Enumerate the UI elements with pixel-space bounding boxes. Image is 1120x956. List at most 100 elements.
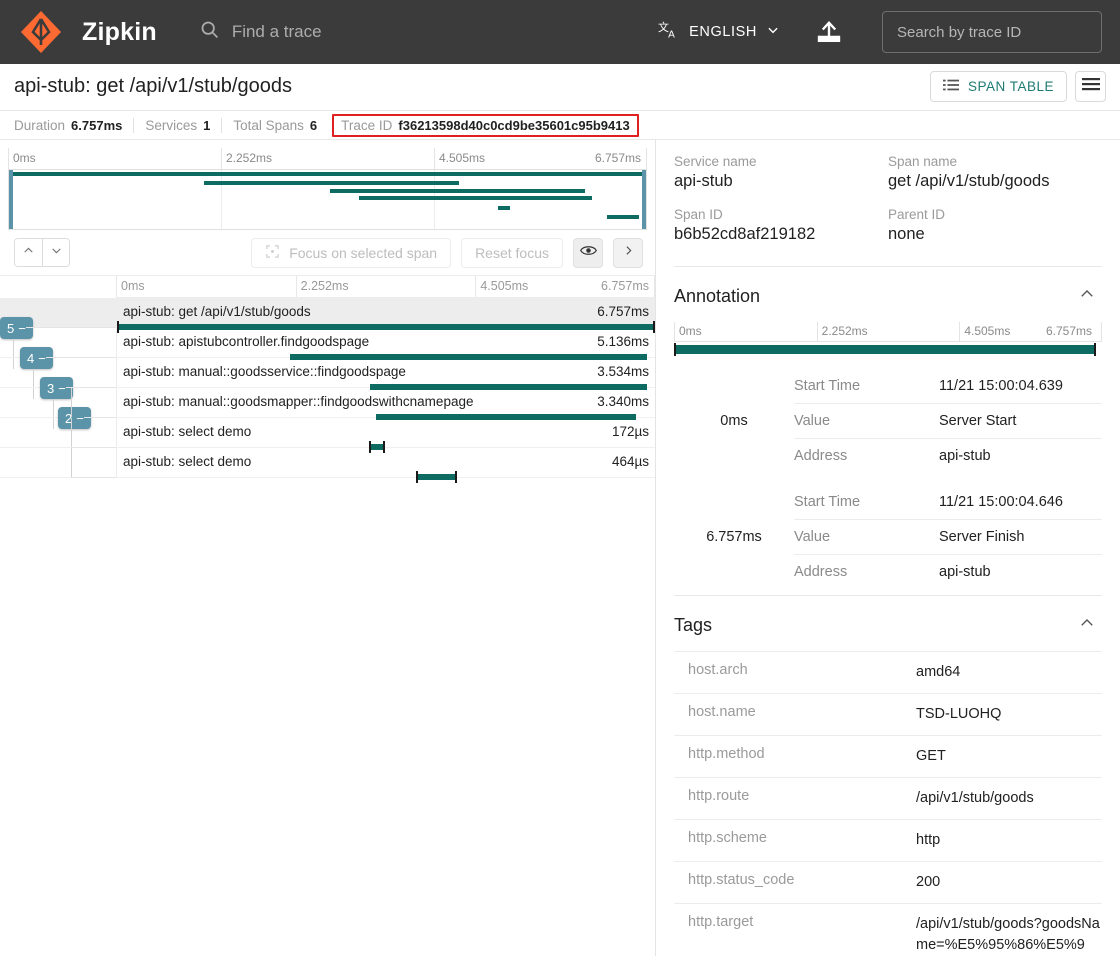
span-tree-column: 2− [0, 388, 116, 417]
annotation-row-value: Server Finish [939, 529, 1024, 545]
annotation-collapse-button[interactable] [1072, 281, 1102, 312]
minimap-right-handle[interactable] [642, 170, 646, 229]
hamburger-menu-button[interactable] [1075, 71, 1106, 102]
meta-services: Services 1 [133, 118, 221, 133]
toggle-visibility-button[interactable] [573, 238, 603, 268]
tag-row: http.schemehttp [674, 819, 1102, 861]
tag-key: http.target [688, 914, 916, 956]
annotation-rows: Start Time11/21 15:00:04.646ValueServer … [794, 485, 1102, 589]
annotation-bar-end-cap [1094, 343, 1096, 356]
annotation-row-key: Address [794, 448, 939, 464]
span-row[interactable]: api-stub: select demo 464µs [0, 448, 655, 478]
span-table-label: SPAN TABLE [968, 79, 1054, 94]
span-row-body: api-stub: manual::goodsmapper::findgoods… [116, 388, 655, 417]
tag-row: http.route/api/v1/stub/goods [674, 777, 1102, 819]
span-duration: 172µs [612, 424, 649, 439]
axis-tick-label: 0ms [121, 279, 145, 293]
annotation-entry: 6.757msStart Time11/21 15:00:04.646Value… [674, 485, 1102, 589]
minimap-span-bar [204, 181, 459, 185]
span-row[interactable]: 2−api-stub: manual::goodsmapper::findgoo… [0, 388, 655, 418]
annotation-entry: 0msStart Time11/21 15:00:04.639ValueServ… [674, 369, 1102, 473]
tag-row: host.nameTSD-LUOHQ [674, 693, 1102, 735]
find-a-trace-link[interactable]: Find a trace [199, 19, 322, 45]
span-duration: 6.757ms [597, 304, 649, 319]
span-bar-start-cap [416, 471, 418, 483]
axis-gridline [296, 276, 297, 297]
span-list: 5−api-stub: get /api/v1/stub/goods6.757m… [0, 298, 655, 478]
axis-tick-label: 4.505ms [439, 151, 485, 165]
minimap-container: 0ms2.252ms4.505ms6.757ms [0, 140, 655, 230]
annotation-row-key: Start Time [794, 378, 939, 394]
span-tree-column [0, 418, 116, 447]
axis-gridline [817, 322, 818, 341]
chevron-down-icon [50, 244, 63, 262]
span-duration: 464µs [612, 454, 649, 469]
reset-focus-button[interactable]: Reset focus [461, 238, 563, 268]
span-duration: 3.534ms [597, 364, 649, 379]
annotation-row-value: Server Start [939, 413, 1016, 429]
translate-icon: 文 A [658, 19, 680, 45]
timeline-controls: Focus on selected span Reset focus [0, 230, 655, 276]
tag-value: GET [916, 746, 1102, 767]
meta-total-spans-label: Total Spans [233, 118, 304, 133]
trace-id-search-input[interactable] [882, 11, 1102, 53]
eye-icon [580, 244, 597, 262]
axis-gridline [434, 148, 435, 169]
span-row[interactable]: 3−api-stub: manual::goodsservice::findgo… [0, 358, 655, 388]
span-name-value: get /api/v1/stub/goods [888, 172, 1102, 191]
minimap-span-bar [498, 206, 510, 210]
axis-tick-label: 2.252ms [226, 151, 272, 165]
span-row[interactable]: 4−api-stub: apistubcontroller.findgoodsp… [0, 328, 655, 358]
span-nav-group [14, 238, 70, 267]
span-label: api-stub: select demo [123, 424, 251, 439]
list-icon [943, 78, 959, 95]
span-row[interactable]: api-stub: select demo 172µs [0, 418, 655, 448]
minimap-left-handle[interactable] [9, 170, 13, 229]
meta-services-value: 1 [203, 118, 210, 133]
axis-tick-label: 2.252ms [301, 279, 349, 293]
next-span-button[interactable] [42, 239, 69, 266]
axis-tick-label: 6.757ms [595, 151, 641, 165]
axis-tick-label: 4.505ms [964, 324, 1010, 338]
span-row-body: api-stub: apistubcontroller.findgoodspag… [116, 328, 655, 357]
axis-gridline [475, 276, 476, 297]
trace-title-bar: api-stub: get /api/v1/stub/goods SPAN TA… [0, 64, 1120, 110]
span-table-button[interactable]: SPAN TABLE [930, 71, 1067, 102]
minimap-gridline [221, 170, 222, 229]
zipkin-logo-icon[interactable] [18, 9, 64, 55]
annotation-row-key: Address [794, 564, 939, 580]
previous-span-button[interactable] [15, 239, 42, 266]
top-navigation-bar: Zipkin Find a trace 文 A ENGLISH [0, 0, 1120, 64]
span-duration: 3.340ms [597, 394, 649, 409]
meta-duration-label: Duration [14, 118, 65, 133]
span-detail-content: Service name api-stub Span ID b6b52cd8af… [656, 140, 1120, 956]
main-content: 0ms 2.252ms 4.505ms 6.757ms [0, 140, 1120, 956]
brand-title[interactable]: Zipkin [82, 18, 157, 47]
expand-panel-button[interactable] [613, 238, 643, 268]
annotation-row: Addressapi-stub [794, 439, 1102, 473]
axis-tick-label: 4.505ms [480, 279, 528, 293]
span-tree-column: 5− [0, 298, 116, 327]
language-selector[interactable]: 文 A ENGLISH [658, 19, 780, 45]
minimap-body[interactable] [8, 170, 647, 230]
tags-collapse-button[interactable] [1072, 610, 1102, 641]
trace-timeline-pane: 0ms 2.252ms 4.505ms 6.757ms [0, 140, 656, 956]
span-row-body: api-stub: select demo 172µs [116, 418, 655, 447]
annotation-row-value: api-stub [939, 448, 991, 464]
span-id-value: b6b52cd8af219182 [674, 225, 888, 244]
tag-key: host.arch [688, 662, 916, 683]
chevron-up-icon [1078, 290, 1096, 307]
focus-label: Focus on selected span [289, 245, 437, 261]
annotation-timestamp: 6.757ms [674, 529, 794, 545]
meta-duration-value: 6.757ms [71, 118, 122, 133]
tag-value: /api/v1/stub/goods?goodsName=%E5%95%86%E… [916, 914, 1102, 956]
focus-on-selected-span-button[interactable]: Focus on selected span [251, 238, 451, 268]
meta-trace-id-highlight[interactable]: Trace ID f36213598d40c0cd9be35601c95b941… [332, 114, 639, 137]
span-row[interactable]: 5−api-stub: get /api/v1/stub/goods6.757m… [0, 298, 655, 328]
annotation-bar-start-cap [674, 343, 676, 356]
annotation-axis: 0ms2.252ms4.505ms6.757ms [674, 322, 1102, 342]
span-label: api-stub: select demo [123, 454, 251, 469]
axis-gridline [8, 148, 9, 169]
upload-trace-json-button[interactable] [814, 17, 844, 47]
tag-value: TSD-LUOHQ [916, 704, 1102, 725]
